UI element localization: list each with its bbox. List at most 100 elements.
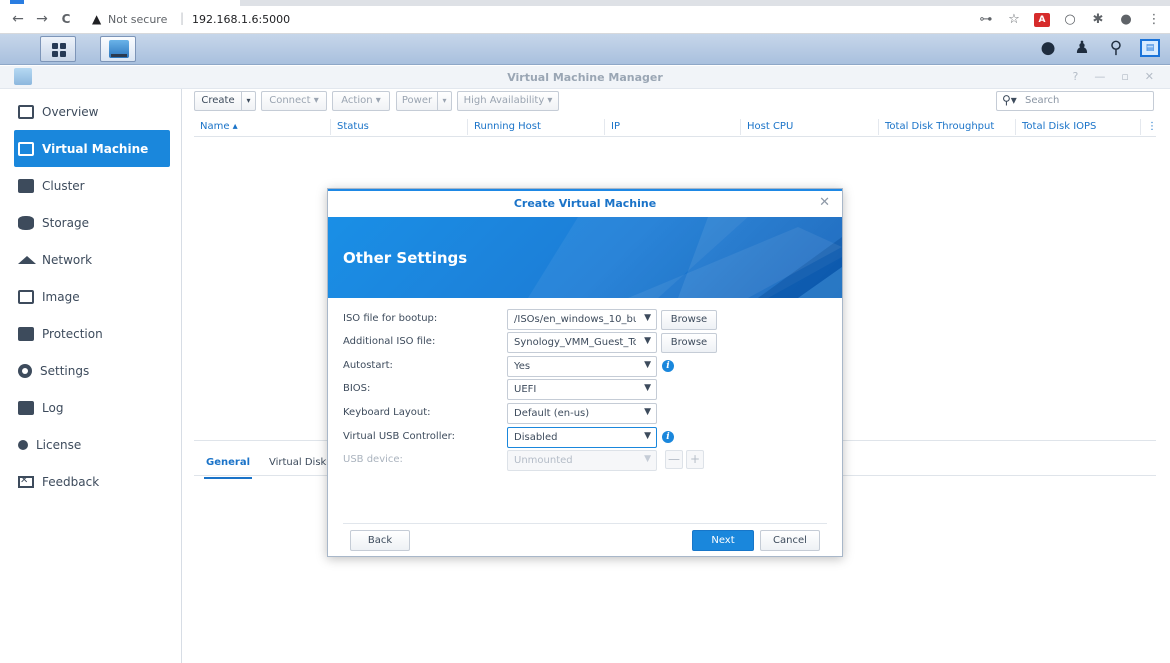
sidebar-item-label: Image — [42, 289, 80, 304]
iso-bootup-label: ISO file for bootup: — [343, 313, 438, 324]
dsm-taskbar: ● ♟ ⚲ ▤ — [0, 34, 1170, 65]
close-window-icon[interactable]: ✕ — [1145, 70, 1154, 83]
chevron-down-icon[interactable]: ▾ — [241, 92, 255, 110]
additional-iso-select[interactable]: Synology_VMM_Guest_Tool ▼ — [507, 332, 657, 353]
protection-icon — [18, 326, 34, 341]
autostart-select[interactable]: Yes ▼ — [507, 356, 657, 377]
column-header-host-cpu[interactable]: Host CPU — [747, 121, 793, 132]
network-icon — [18, 255, 36, 264]
search-icon[interactable]: ⚲ — [1106, 38, 1126, 58]
sidebar-item-cluster[interactable]: Cluster — [14, 167, 170, 204]
star-icon[interactable]: ☆ — [1006, 12, 1022, 27]
search-input[interactable]: ⚲▾ Search — [996, 91, 1154, 111]
action-button[interactable]: Action ▾ — [332, 91, 390, 111]
reload-icon[interactable]: C — [58, 11, 74, 27]
chevron-down-icon: ▼ — [644, 454, 651, 464]
additional-iso-browse-button[interactable]: Browse — [661, 333, 717, 353]
sidebar-item-image[interactable]: Image — [14, 278, 170, 315]
bios-label: BIOS: — [343, 383, 371, 394]
circle-extension-icon[interactable]: ○ — [1062, 12, 1078, 27]
search-placeholder: Search — [1025, 95, 1060, 106]
usb-controller-select[interactable]: Disabled ▼ — [507, 427, 657, 448]
sidebar-item-label: Network — [42, 252, 93, 267]
column-header-status[interactable]: Status — [337, 121, 369, 132]
usb-device-select[interactable]: Unmounted ▼ — [507, 450, 657, 471]
chat-icon[interactable]: ● — [1038, 38, 1058, 58]
keyboard-layout-select[interactable]: Default (en-us) ▼ — [507, 403, 657, 424]
high-availability-button[interactable]: High Availability ▾ — [457, 91, 559, 111]
pdf-extension-icon[interactable]: A — [1034, 12, 1050, 27]
close-icon[interactable]: ✕ — [819, 195, 830, 210]
sidebar-item-protection[interactable]: Protection — [14, 315, 170, 352]
maximize-icon[interactable]: ▫ — [1121, 70, 1128, 83]
column-header-total-disk-iops[interactable]: Total Disk IOPS — [1022, 121, 1096, 132]
window-title: Virtual Machine Manager — [507, 71, 663, 84]
forward-arrow-icon[interactable]: → — [34, 11, 50, 27]
sidebar-item-overview[interactable]: Overview — [14, 93, 170, 130]
column-header-name[interactable]: Name ▴ — [200, 121, 238, 132]
chevron-down-icon: ▼ — [644, 313, 651, 323]
column-header-total-disk-throughput[interactable]: Total Disk Throughput — [885, 121, 994, 132]
autostart-label: Autostart: — [343, 360, 393, 371]
back-button[interactable]: Back — [350, 530, 410, 551]
sidebar-item-settings[interactable]: Settings — [14, 352, 170, 389]
usb-controller-value: Disabled — [514, 432, 558, 443]
column-header-ip[interactable]: IP — [611, 121, 620, 132]
chevron-down-icon[interactable]: ▾ — [437, 92, 451, 110]
vmm-app-icon — [109, 40, 129, 58]
autostart-info-icon[interactable]: i — [662, 360, 674, 372]
sidebar-item-label: Overview — [42, 104, 99, 119]
usb-controller-label: Virtual USB Controller: — [343, 431, 455, 442]
storage-icon — [18, 215, 34, 230]
main-menu-button[interactable] — [40, 36, 76, 62]
vmm-taskbar-button[interactable] — [100, 36, 136, 62]
widgets-icon[interactable]: ▤ — [1140, 39, 1160, 57]
remove-usb-button[interactable]: — — [665, 450, 683, 469]
sidebar-item-network[interactable]: Network — [14, 241, 170, 278]
create-button-label: Create — [201, 95, 235, 106]
sidebar-item-log[interactable]: Log — [14, 389, 170, 426]
iso-bootup-browse-button[interactable]: Browse — [661, 310, 717, 330]
url-text[interactable]: 192.168.1.6:5000 — [192, 13, 290, 26]
search-icon: ⚲▾ — [1002, 93, 1017, 107]
sidebar-item-label: Virtual Machine — [42, 141, 149, 156]
feedback-icon — [18, 475, 34, 488]
chevron-down-icon: ▼ — [644, 407, 651, 417]
power-button[interactable]: Power ▾ — [396, 91, 452, 111]
add-usb-button[interactable]: + — [686, 450, 704, 469]
sidebar-item-storage[interactable]: Storage — [14, 204, 170, 241]
column-header-running-host[interactable]: Running Host — [474, 121, 541, 132]
log-icon — [18, 400, 34, 415]
minimize-icon[interactable]: — — [1094, 70, 1105, 83]
key-icon[interactable]: ⊶ — [978, 12, 994, 27]
sidebar-item-feedback[interactable]: Feedback — [14, 463, 170, 500]
dialog-footer-divider — [343, 523, 827, 524]
sidebar-item-label: Storage — [42, 215, 89, 230]
create-button[interactable]: Create ▾ — [194, 91, 256, 111]
cancel-button[interactable]: Cancel — [760, 530, 820, 551]
iso-bootup-select[interactable]: /ISOs/en_windows_10_bus ▼ — [507, 309, 657, 330]
tab-favicon-icon — [10, 0, 24, 4]
bios-value: UEFI — [514, 384, 537, 395]
bios-select[interactable]: UEFI ▼ — [507, 379, 657, 400]
sidebar-item-virtual-machine[interactable]: Virtual Machine — [14, 130, 170, 167]
security-label[interactable]: Not secure — [108, 13, 167, 26]
keyboard-layout-value: Default (en-us) — [514, 408, 590, 419]
url-separator: | — [180, 11, 185, 25]
usb-controller-info-icon[interactable]: i — [662, 431, 674, 443]
puzzle-icon[interactable]: ✱ — [1090, 12, 1106, 27]
column-menu-icon[interactable]: ⋮ — [1147, 121, 1157, 132]
main-menu-icon — [52, 43, 66, 57]
back-arrow-icon[interactable]: ← — [10, 11, 26, 27]
window-titlebar: Virtual Machine Manager ? — ▫ ✕ — [0, 66, 1170, 89]
profile-icon[interactable]: ● — [1118, 12, 1134, 27]
sidebar-item-license[interactable]: License — [14, 426, 170, 463]
help-icon[interactable]: ? — [1072, 70, 1078, 83]
connect-button[interactable]: Connect ▾ — [261, 91, 327, 111]
menu-kebab-icon[interactable]: ⋮ — [1146, 12, 1162, 27]
address-bar[interactable]: ▲ Not secure | 192.168.1.6:5000 — [86, 9, 1086, 31]
next-button[interactable]: Next — [692, 530, 754, 551]
tab-virtual-disk[interactable]: Virtual Disk — [269, 457, 326, 468]
tab-general[interactable]: General — [204, 457, 252, 479]
user-icon[interactable]: ♟ — [1072, 38, 1092, 58]
